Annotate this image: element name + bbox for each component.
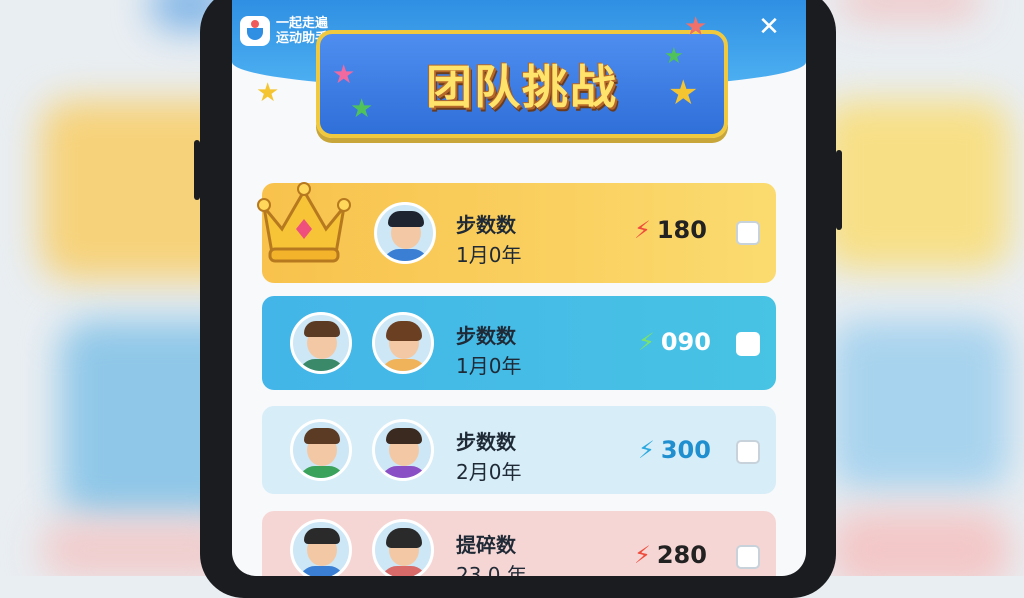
team-score: ⚡ 180 — [634, 216, 707, 244]
team-date: 1月0年 — [456, 354, 522, 378]
star-icon: ★ — [350, 94, 374, 124]
team-label: 步数数 — [456, 324, 516, 348]
edit-icon[interactable] — [736, 221, 760, 245]
avatar — [372, 419, 434, 481]
avatar — [374, 202, 436, 264]
team-label: 提碎数 — [456, 533, 516, 557]
app-screen: 一起走遍 运动助手 ✕ 团队挑战 ★ ★ ★ ★ ★ ★ 步数数 1月0年 ⚡ — [232, 0, 806, 576]
avatar — [290, 519, 352, 576]
star-icon: ★ — [256, 78, 280, 108]
page-title: 团队挑战 — [426, 60, 618, 114]
calendar-icon[interactable] — [736, 332, 760, 356]
team-card[interactable]: 步数数 2月0年 ⚡ 300 — [262, 406, 776, 494]
avatar — [290, 312, 352, 374]
team-date: 1月0年 — [456, 243, 522, 267]
bolt-icon: ⚡ — [634, 541, 651, 569]
crown-icon — [256, 177, 352, 267]
phone-power-button — [836, 150, 842, 230]
team-date: 2月0年 — [456, 460, 522, 484]
close-button[interactable]: ✕ — [754, 12, 784, 42]
avatar — [372, 519, 434, 576]
score-value: 180 — [656, 216, 707, 244]
star-icon: ★ — [668, 73, 699, 113]
score-value: 300 — [660, 436, 711, 464]
team-card[interactable]: 步数数 1月0年 ⚡ 090 — [262, 296, 776, 390]
phone-volume-button — [194, 140, 200, 200]
score-value: 090 — [660, 328, 711, 356]
bolt-icon: ⚡ — [638, 328, 655, 356]
team-card[interactable]: 提碎数 23 0 年 ⚡ 280 — [262, 511, 776, 576]
bolt-icon: ⚡ — [634, 216, 651, 244]
team-date: 23 0 年 — [456, 563, 527, 576]
gift-icon[interactable] — [736, 545, 760, 569]
team-score: ⚡ 090 — [638, 328, 711, 356]
score-value: 280 — [656, 541, 707, 569]
team-score: ⚡ 300 — [638, 436, 711, 464]
bolt-icon: ⚡ — [638, 436, 655, 464]
share-icon[interactable] — [736, 440, 760, 464]
avatar — [372, 312, 434, 374]
team-score: ⚡ 280 — [634, 541, 707, 569]
star-icon: ★ — [684, 12, 708, 42]
app-logo: 一起走遍 运动助手 — [240, 16, 328, 46]
team-card[interactable]: 步数数 1月0年 ⚡ 180 — [257, 182, 776, 283]
avatar — [290, 419, 352, 481]
app-logo-icon — [240, 16, 270, 46]
team-label: 步数数 — [456, 213, 516, 237]
star-icon: ★ — [332, 60, 356, 90]
app-logo-line1: 一起走遍 — [276, 16, 329, 31]
star-icon: ★ — [664, 44, 684, 69]
team-label: 步数数 — [456, 430, 516, 454]
